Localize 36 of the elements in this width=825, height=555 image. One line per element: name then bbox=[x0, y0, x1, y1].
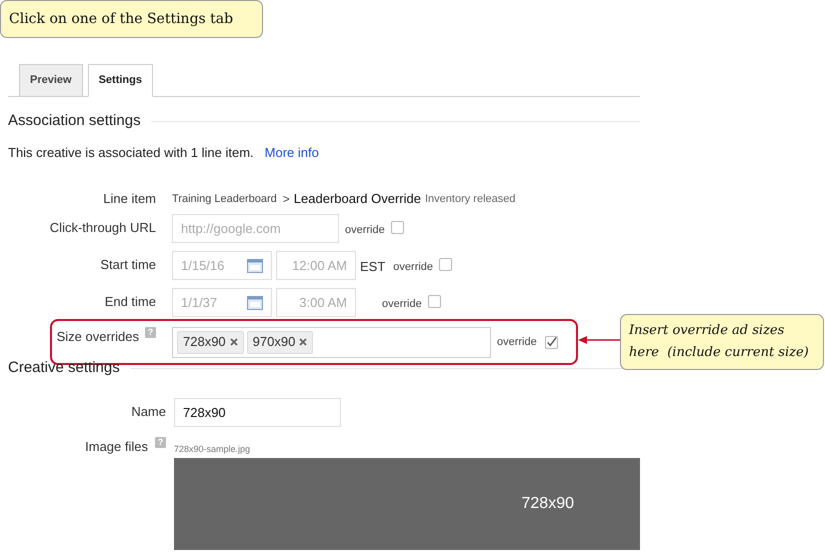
status-text: Inventory released bbox=[425, 192, 516, 207]
instruction-callout: Click on one of the Settings tab bbox=[0, 0, 263, 38]
field-label: End time bbox=[104, 294, 156, 309]
calendar-icon[interactable] bbox=[247, 258, 263, 272]
size-tags-field[interactable]: 728x90 970x90 bbox=[172, 326, 491, 358]
association-text: This creative is associated with 1 line item. bbox=[8, 144, 254, 160]
field-label: Image files bbox=[85, 438, 148, 456]
parent-line-item[interactable]: Training Leaderboard bbox=[172, 190, 277, 208]
tab[interactable]: Preview bbox=[19, 64, 83, 96]
calendar-icon[interactable] bbox=[247, 296, 263, 310]
preview-text: 728x90 bbox=[522, 494, 574, 514]
remove-icon[interactable] bbox=[299, 338, 308, 346]
override-label: override bbox=[497, 334, 537, 350]
override-checkbox[interactable] bbox=[544, 336, 558, 348]
field-label: Click-through URL bbox=[50, 220, 156, 235]
separator: > bbox=[282, 191, 290, 208]
field-label: Name bbox=[131, 404, 166, 419]
line-item-name: Leaderboard Override bbox=[294, 190, 421, 208]
section-title: Association settings bbox=[8, 111, 141, 131]
override-label: override bbox=[393, 260, 434, 275]
url-field[interactable]: http://google.com bbox=[172, 214, 339, 243]
override-label: override bbox=[382, 297, 422, 312]
field-label: Size overrides bbox=[56, 328, 139, 346]
remove-icon[interactable] bbox=[230, 338, 238, 346]
name-field[interactable]: 728x90 bbox=[174, 398, 341, 426]
override-checkbox[interactable] bbox=[428, 295, 441, 308]
annotation-callout: Insert override ad sizes here (include current size) bbox=[620, 314, 824, 370]
override-checkbox[interactable] bbox=[439, 258, 452, 271]
field-label: Start time bbox=[100, 257, 156, 272]
override-label: override bbox=[345, 223, 385, 238]
override-checkbox[interactable] bbox=[390, 221, 404, 234]
timezone-label: EST bbox=[360, 258, 386, 276]
file-name: 728x90-sample.jpg bbox=[174, 442, 252, 456]
tab[interactable]: Settings bbox=[88, 64, 153, 97]
more-info-link[interactable]: More info bbox=[264, 144, 319, 160]
field-label: Line item bbox=[103, 191, 156, 206]
